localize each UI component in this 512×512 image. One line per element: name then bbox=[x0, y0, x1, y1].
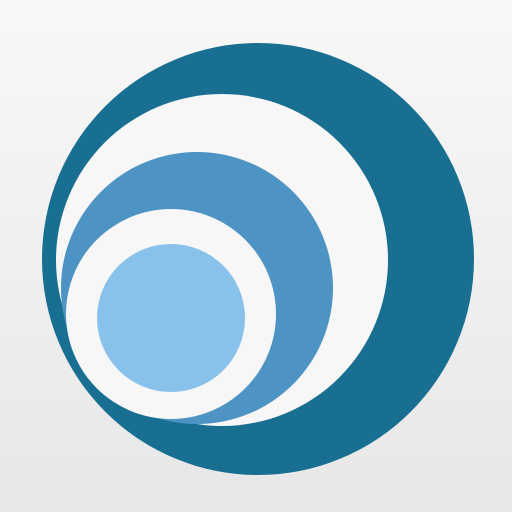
app-icon bbox=[0, 0, 512, 512]
inner-disc-shape bbox=[97, 244, 245, 392]
concentric-crescent-logo-icon bbox=[42, 43, 474, 475]
